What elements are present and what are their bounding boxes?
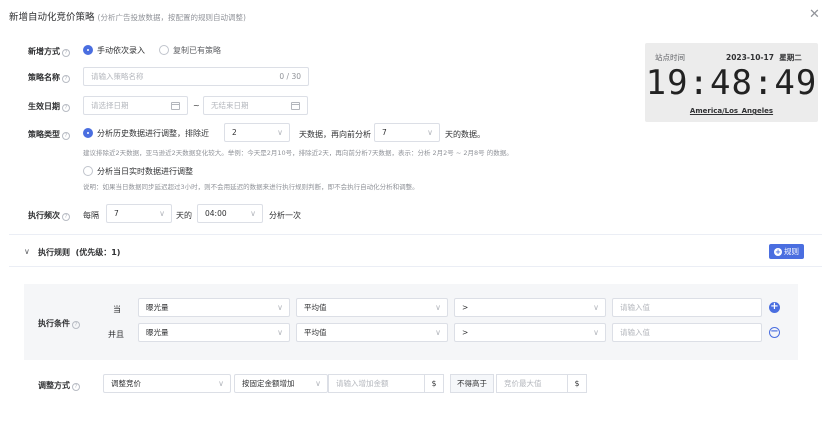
chevron-down-icon: ∨: [250, 209, 256, 218]
help-icon: ?: [62, 132, 70, 140]
help-icon: ?: [62, 213, 70, 221]
chevron-down-icon: ∨: [277, 303, 283, 312]
condition-value-input[interactable]: 请输入值: [612, 323, 762, 342]
strategy-type-label: 策略类型?: [28, 129, 70, 140]
help-icon: ?: [62, 49, 70, 57]
currency-suffix: $: [425, 374, 444, 393]
exclude-days-select[interactable]: 2 ∨: [224, 123, 290, 142]
condition-operator-select[interactable]: > ∨: [454, 298, 606, 317]
frequency-time-select[interactable]: 04:00 ∨: [197, 204, 263, 223]
adjust-mode-select[interactable]: 按固定金额增加 ∨: [234, 374, 328, 393]
calendar-icon: [171, 102, 180, 110]
frequency-dayof-text: 天的: [176, 211, 192, 220]
chevron-down-icon: ∨: [435, 328, 441, 337]
section-divider: [9, 266, 822, 267]
add-rule-button[interactable]: + 规则: [769, 244, 804, 259]
radio-unchecked-icon: [159, 45, 169, 55]
radio-realtime[interactable]: 分析当日实时数据进行调整: [83, 166, 193, 177]
radio-copy[interactable]: 复制已有策略: [159, 45, 221, 56]
radio-checked-icon: [83, 128, 93, 138]
chevron-down-icon: ∨: [277, 128, 283, 137]
condition-operator-select[interactable]: > ∨: [454, 323, 606, 342]
adjust-type-select[interactable]: 调整竞价 ∨: [103, 374, 231, 393]
chevron-down-icon: ∨: [593, 303, 599, 312]
adjust-label: 调整方式?: [38, 380, 80, 391]
strategy-name-input[interactable]: 请输入策略名称 0 / 30: [83, 67, 309, 86]
realtime-hint: 说明：如果当日数据同步延迟超过3小时，则不会用延迟的数据来进行执行规则判断，即不…: [83, 183, 419, 191]
history-hint: 建议排除近2天数据，亚马逊近2天数据变化较大。举例：今天是2月10号，排除近2天…: [83, 149, 513, 157]
chevron-down-icon: ∨: [593, 328, 599, 337]
calendar-icon: [291, 102, 300, 110]
date-separator: ~: [193, 101, 200, 110]
clock-time: 19:48:49: [645, 63, 818, 103]
collapse-chevron-icon[interactable]: ∨: [24, 247, 30, 256]
remove-condition-icon[interactable]: −: [769, 327, 780, 338]
condition-joiner: 当: [113, 305, 121, 314]
add-method-label: 新增方式?: [28, 46, 70, 57]
frequency-days-select[interactable]: 7 ∨: [106, 204, 172, 223]
add-condition-icon[interactable]: +: [769, 302, 780, 313]
effective-date-label: 生效日期?: [28, 101, 70, 112]
chevron-down-icon: ∨: [218, 379, 224, 388]
close-icon[interactable]: ✕: [809, 8, 820, 22]
condition-joiner: 并且: [108, 330, 124, 339]
condition-metric-select[interactable]: 曝光量 ∨: [138, 323, 290, 342]
history-mid-text: 天数据，再向前分析: [299, 130, 371, 139]
radio-history[interactable]: 分析历史数据进行调整，排除近: [83, 128, 209, 139]
section-divider: [9, 234, 822, 235]
condition-stat-select[interactable]: 平均值 ∨: [296, 298, 448, 317]
chevron-down-icon: ∨: [315, 379, 321, 388]
end-date-input[interactable]: 无结束日期: [203, 96, 308, 115]
chevron-down-icon: ∨: [159, 209, 165, 218]
help-icon: ?: [72, 321, 80, 329]
condition-metric-select[interactable]: 曝光量 ∨: [138, 298, 290, 317]
rules-title[interactable]: 执行规则 (优先级：1): [38, 247, 120, 258]
clock-date: 2023-10-17 星期二: [726, 53, 802, 62]
help-icon: ?: [62, 75, 70, 83]
limit-label: 不得高于: [450, 374, 494, 393]
radio-checked-icon: [83, 45, 93, 55]
site-clock: 站点时间 2023-10-17 星期二 19:48:49 America/Los…: [645, 43, 818, 122]
amount-input[interactable]: 请输入增加金额: [328, 374, 425, 393]
dialog-title: 新增自动化竞价策略 (分析广告投放数据，按配置的规则自动调整): [9, 9, 246, 23]
condition-stat-select[interactable]: 平均值 ∨: [296, 323, 448, 342]
condition-label: 执行条件?: [38, 318, 80, 329]
char-counter: 0 / 30: [279, 72, 301, 81]
chevron-down-icon: ∨: [435, 303, 441, 312]
clock-weekday: 星期二: [779, 53, 802, 62]
limit-currency-suffix: $: [568, 374, 587, 393]
frequency-every-text: 每隔: [83, 211, 99, 220]
condition-box: [24, 284, 798, 360]
radio-manual[interactable]: 手动依次录入: [83, 45, 145, 56]
chevron-down-icon: ∨: [427, 128, 433, 137]
rules-priority: (优先级：1): [75, 248, 121, 257]
clock-label: 站点时间: [655, 53, 685, 62]
dialog-title-text: 新增自动化竞价策略: [9, 12, 95, 23]
help-icon: ?: [72, 383, 80, 391]
start-date-input[interactable]: 请选择日期: [83, 96, 188, 115]
frequency-suffix-text: 分析一次: [269, 211, 301, 220]
help-icon: ?: [62, 104, 70, 112]
history-suffix-text: 天的数据。: [445, 130, 485, 139]
dialog-subtitle: (分析广告投放数据，按配置的规则自动调整): [97, 13, 246, 22]
clock-timezone: America/Los_Angeles: [689, 107, 774, 115]
limit-input[interactable]: 竞价最大值: [496, 374, 568, 393]
plus-icon: +: [774, 248, 782, 256]
condition-value-input[interactable]: 请输入值: [612, 298, 762, 317]
frequency-label: 执行频次?: [28, 210, 70, 221]
chevron-down-icon: ∨: [277, 328, 283, 337]
radio-unchecked-icon: [83, 166, 93, 176]
analyze-days-select[interactable]: 7 ∨: [374, 123, 440, 142]
strategy-name-label: 策略名称?: [28, 72, 70, 83]
